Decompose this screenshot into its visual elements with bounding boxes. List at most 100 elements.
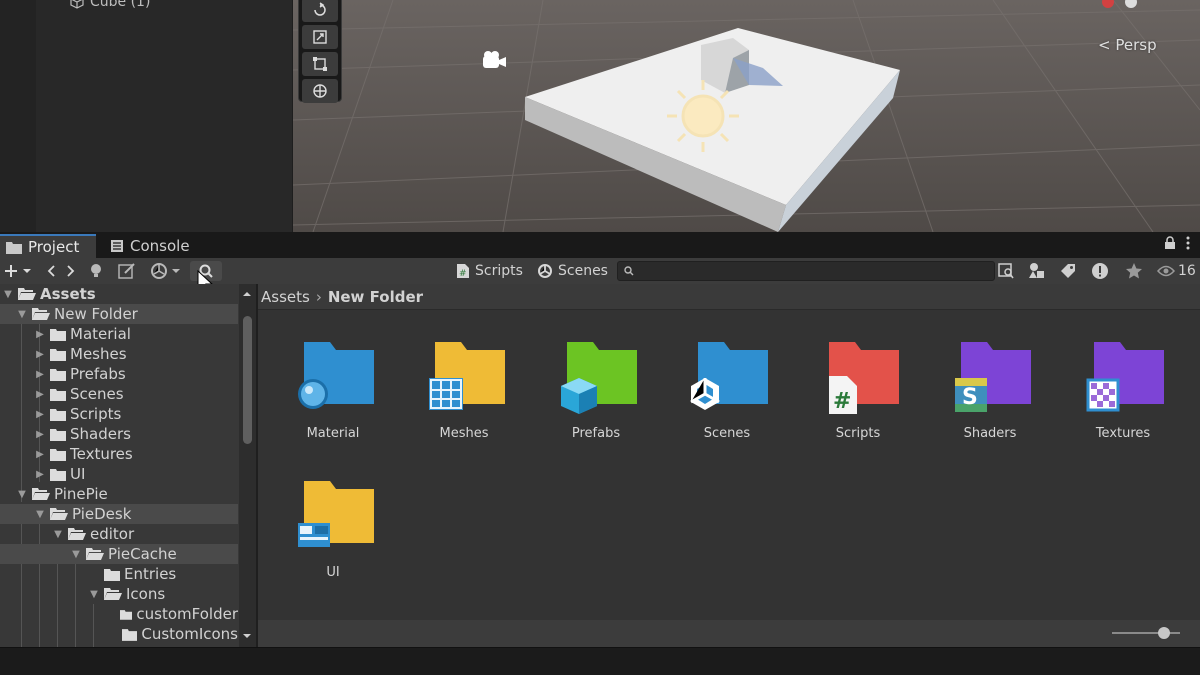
- folder-item-ui[interactable]: UI: [273, 479, 393, 580]
- edit-button[interactable]: [118, 261, 136, 281]
- cube-icon: [70, 0, 84, 9]
- scale-tool[interactable]: [302, 25, 338, 49]
- tree-item-textures[interactable]: ▶ Textures: [0, 444, 238, 464]
- project-toolbar: # Scripts Scenes 16: [0, 258, 1200, 295]
- filter-by-type-button[interactable]: [1028, 261, 1046, 281]
- tree-item-piecache[interactable]: ▼ PieCache: [0, 544, 238, 564]
- rotate-tool[interactable]: [302, 0, 338, 22]
- tab-project[interactable]: Project: [0, 234, 96, 258]
- folder-item-label: Shaders: [963, 426, 1017, 441]
- lightbulb-button[interactable]: [89, 261, 103, 281]
- search-by-type-button[interactable]: [997, 261, 1015, 281]
- folder-item-prefabs[interactable]: Prefabs: [536, 340, 656, 441]
- scroll-down-arrow-icon[interactable]: [242, 632, 252, 640]
- collapsed-arrow-icon[interactable]: ▶: [34, 429, 46, 440]
- folder-icon: [6, 241, 22, 254]
- back-button[interactable]: [46, 261, 56, 281]
- folder-item-label: Scenes: [703, 426, 751, 441]
- expanded-arrow-icon[interactable]: ▼: [52, 529, 64, 540]
- tree-scrollbar[interactable]: [239, 284, 256, 647]
- scene-view[interactable]: [293, 0, 1200, 232]
- collapsed-arrow-icon[interactable]: ▶: [34, 389, 46, 400]
- folder-item-label: Scripts: [835, 426, 881, 441]
- package-button[interactable]: [150, 261, 181, 281]
- shaders-folder-icon: S: [955, 342, 1031, 412]
- folder-item-scenes[interactable]: Scenes: [667, 340, 787, 441]
- tab-controls: [1164, 236, 1190, 250]
- breadcrumb: Assets › New Folder: [258, 284, 1200, 310]
- expanded-arrow-icon[interactable]: ▼: [2, 289, 14, 300]
- forward-button[interactable]: [66, 261, 76, 281]
- hidden-packages-toggle[interactable]: 16: [1157, 261, 1196, 281]
- tree-item-material[interactable]: ▶ Material: [0, 324, 238, 344]
- search-input[interactable]: [640, 263, 980, 279]
- scenes-filter-button[interactable]: Scenes: [537, 261, 608, 281]
- tree-item-scripts[interactable]: ▶ Scripts: [0, 404, 238, 424]
- tree-item-pinepie[interactable]: ▼ PinePie: [0, 484, 238, 504]
- folder-item-material[interactable]: Material: [273, 340, 393, 441]
- collapsed-arrow-icon[interactable]: ▶: [34, 369, 46, 380]
- tree-item-prefabs[interactable]: ▶ Prefabs: [0, 364, 238, 384]
- tree-item-new-folder[interactable]: ▼ New Folder: [0, 304, 238, 324]
- tree-item-scenes[interactable]: ▶ Scenes: [0, 384, 238, 404]
- icon-size-slider-thumb[interactable]: [1158, 627, 1170, 639]
- tree-item-icons[interactable]: ▼ Icons: [0, 584, 238, 604]
- collapsed-arrow-icon[interactable]: ▶: [34, 329, 46, 340]
- collapsed-arrow-icon[interactable]: ▶: [34, 349, 46, 360]
- log-type-button[interactable]: [1091, 261, 1109, 281]
- hierarchy-item-cube[interactable]: Cube (1): [70, 0, 150, 10]
- collapsed-arrow-icon[interactable]: ▶: [34, 469, 46, 480]
- prefabs-folder-icon: [561, 342, 637, 414]
- grid-footer: [258, 620, 1200, 647]
- hidden-count: 16: [1178, 263, 1196, 279]
- rect-tool-icon: [313, 57, 327, 71]
- tree-item-customfolder[interactable]: customFolder: [0, 604, 238, 624]
- perspective-toggle[interactable]: < Persp: [1098, 36, 1157, 54]
- collapsed-arrow-icon[interactable]: ▶: [34, 409, 46, 420]
- tree-item-label: PieCache: [108, 545, 177, 563]
- create-menu-button[interactable]: [3, 261, 32, 281]
- tab-console[interactable]: Console: [104, 234, 196, 258]
- folder-item-meshes[interactable]: Meshes: [404, 340, 524, 441]
- breadcrumb-current[interactable]: New Folder: [328, 288, 423, 306]
- expanded-arrow-icon[interactable]: ▼: [34, 509, 46, 520]
- tree-item-ui[interactable]: ▶ UI: [0, 464, 238, 484]
- tree-item-meshes[interactable]: ▶ Meshes: [0, 344, 238, 364]
- scene-viewport[interactable]: [293, 0, 1200, 232]
- svg-text:S: S: [962, 385, 978, 410]
- lock-icon[interactable]: [1164, 236, 1176, 250]
- scenes-folder-icon: [690, 342, 768, 410]
- tree-item-assets[interactable]: ▼ Assets: [0, 284, 238, 304]
- tree-item-shaders[interactable]: ▶ Shaders: [0, 424, 238, 444]
- expanded-arrow-icon[interactable]: ▼: [16, 309, 28, 320]
- folder-item-scripts[interactable]: # Scripts: [798, 340, 918, 441]
- folder-item-shaders[interactable]: S Shaders: [930, 340, 1050, 441]
- folder-open-icon: [50, 508, 68, 520]
- hierarchy-gutter: [0, 0, 36, 232]
- tree-item-label: UI: [70, 465, 86, 483]
- tree-item-piedesk[interactable]: ▼ PieDesk: [0, 504, 238, 524]
- collapsed-arrow-icon[interactable]: ▶: [34, 449, 46, 460]
- folder-item-textures[interactable]: Textures: [1063, 340, 1183, 441]
- expanded-arrow-icon[interactable]: ▼: [16, 489, 28, 500]
- favorites-button[interactable]: [1125, 261, 1143, 281]
- expanded-arrow-icon[interactable]: ▼: [70, 549, 82, 560]
- scroll-up-arrow-icon[interactable]: [242, 290, 252, 298]
- search-field[interactable]: [617, 261, 995, 281]
- transform-tool[interactable]: [302, 79, 338, 103]
- folder-icon: [121, 628, 138, 641]
- tree-item-label: customFolder: [136, 605, 238, 623]
- scripts-filter-button[interactable]: # Scripts: [456, 261, 523, 281]
- breadcrumb-root[interactable]: Assets: [261, 288, 310, 306]
- filter-by-label-button[interactable]: [1060, 261, 1076, 281]
- more-options-icon[interactable]: [1186, 236, 1190, 250]
- tree-item-customicons[interactable]: CustomIcons: [0, 624, 238, 644]
- meshes-folder-icon: [429, 342, 505, 410]
- rect-tool[interactable]: [302, 52, 338, 76]
- tree-scrollbar-thumb[interactable]: [243, 316, 252, 444]
- tree-item-label: Entries: [124, 565, 177, 583]
- tree-item-editor[interactable]: ▼ editor: [0, 524, 238, 544]
- tree-item-entries[interactable]: Entries: [0, 564, 238, 584]
- search-by-type-icon: [998, 263, 1014, 279]
- expanded-arrow-icon[interactable]: ▼: [88, 589, 100, 600]
